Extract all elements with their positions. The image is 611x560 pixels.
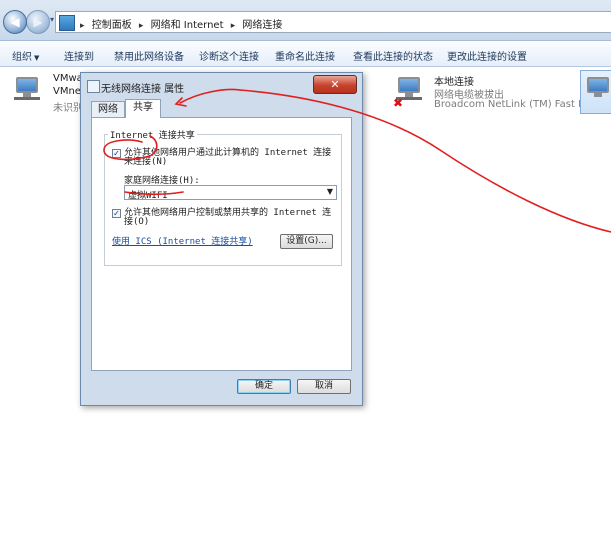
organize-button[interactable]: 组织 ▼ — [12, 48, 39, 63]
close-button[interactable]: ✕ — [313, 75, 357, 94]
allow-sharing-label[interactable]: 允许其他网络用户通过此计算机的 Internet 连接 来连接(N) — [124, 149, 331, 167]
home-network-select[interactable]: 虚拟WIFI ▼ — [124, 185, 337, 201]
disable-device-button[interactable]: 禁用此网络设备 — [114, 48, 184, 63]
chevron-right-icon[interactable]: ▸ — [231, 21, 236, 31]
disconnected-x-icon: ✖ — [393, 96, 404, 110]
breadcrumb-network-connections[interactable]: 网络连接 — [242, 20, 282, 31]
tab-network[interactable]: 网络 — [91, 101, 125, 117]
ics-help-link[interactable]: 使用 ICS (Internet 连接共享) — [112, 234, 253, 247]
connection-status: 未识别 — [53, 103, 83, 114]
group-label: Internet 连接共享 — [108, 128, 197, 141]
sharing-panel: Internet 连接共享 ✓ 允许其他网络用户通过此计算机的 Internet… — [91, 117, 352, 371]
command-bar: 组织 ▼ 连接到 禁用此网络设备 诊断这个连接 重命名此连接 查看此连接的状态 更… — [0, 41, 611, 67]
breadcrumb-control-panel[interactable]: 控制面板 — [92, 20, 132, 31]
control-panel-icon — [59, 15, 75, 31]
ok-button[interactable]: 确定 — [237, 379, 291, 394]
connection-name[interactable]: VMwa — [53, 73, 83, 84]
network-adapter-icon[interactable] — [14, 77, 42, 103]
connect-to-button[interactable]: 连接到 — [64, 48, 94, 63]
tab-sharing[interactable]: 共享 — [125, 99, 161, 118]
wireless-connection-tile[interactable] — [580, 70, 611, 114]
dropdown-arrow-icon: ▼ — [326, 187, 333, 196]
view-status-button[interactable]: 查看此连接的状态 — [353, 48, 433, 63]
breadcrumb[interactable]: ▸ 控制面板 ▸ 网络和 Internet ▸ 网络连接 — [55, 11, 611, 33]
allow-sharing-checkbox[interactable]: ✓ — [112, 149, 121, 158]
network-icon — [87, 80, 100, 93]
address-bar: ◀ ▶ ▾ ▸ 控制面板 ▸ 网络和 Internet ▸ 网络连接 — [0, 0, 611, 41]
chevron-right-icon[interactable]: ▸ — [139, 21, 144, 31]
allow-control-label[interactable]: 允许其他网络用户控制或禁用共享的 Internet 连 接(O) — [124, 209, 331, 227]
connection-device: Broadcom NetLink (TM) Fast E... — [434, 99, 594, 110]
connection-network: VMne — [53, 86, 81, 97]
rename-button[interactable]: 重命名此连接 — [275, 48, 335, 63]
diagnose-button[interactable]: 诊断这个连接 — [199, 48, 259, 63]
chevron-right-icon[interactable]: ▸ — [80, 21, 85, 31]
cancel-button[interactable]: 取消 — [297, 379, 351, 394]
caret-down-icon: ▼ — [34, 54, 40, 62]
allow-control-checkbox[interactable]: ✓ — [112, 209, 121, 218]
change-settings-button[interactable]: 更改此连接的设置 — [447, 48, 527, 63]
home-network-value: 虚拟WIFI — [128, 191, 168, 201]
dialog-title: 无线网络连接 属性 — [101, 84, 185, 95]
wireless-adapter-icon — [585, 77, 611, 103]
close-icon: ✕ — [330, 78, 340, 91]
breadcrumb-network-internet[interactable]: 网络和 Internet — [151, 20, 224, 31]
back-arrow-icon[interactable]: ◀ — [3, 10, 27, 34]
forward-arrow-icon[interactable]: ▶ — [26, 10, 50, 34]
settings-button[interactable]: 设置(G)... — [280, 234, 333, 249]
properties-dialog: 无线网络连接 属性 ✕ 网络 共享 Internet 连接共享 ✓ 允许其他网络… — [80, 72, 363, 406]
